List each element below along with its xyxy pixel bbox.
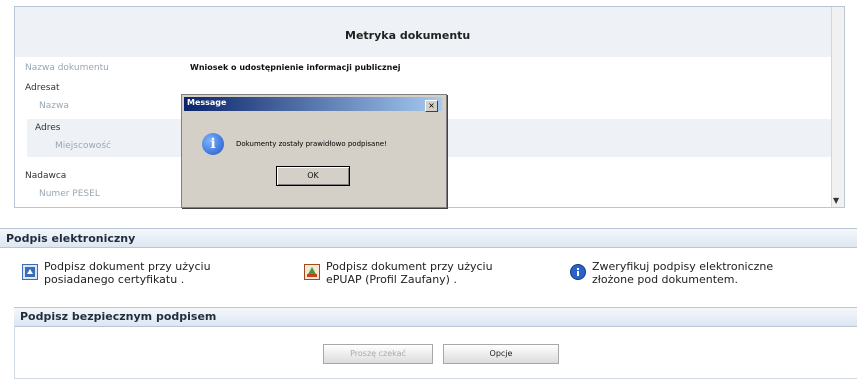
recipient-label: Adresat [25, 83, 60, 93]
secure-signature-header: Podpisz bezpiecznym podpisem [14, 307, 857, 327]
electronic-signature-title: Podpis elektroniczny [6, 232, 136, 245]
verify-option-text[interactable]: Zweryfikuj podpisy elektroniczne złożone… [592, 260, 773, 286]
dialog-title-bar[interactable]: Message × [184, 97, 442, 112]
city-label: Miejscowość [55, 141, 111, 151]
info-icon: i [202, 133, 224, 155]
dialog-message: Dokumenty zostały prawidłowo podpisane! [236, 140, 387, 148]
verify-option-line2[interactable]: złożone pod dokumentem. [592, 273, 773, 286]
options-button[interactable]: Opcje [443, 344, 559, 364]
verify-signatures-option[interactable]: Zweryfikuj podpisy elektroniczne złożone… [570, 258, 840, 290]
secure-signature-title: Podpisz bezpiecznym podpisem [20, 310, 217, 323]
epuap-option-line2[interactable]: ePUAP (Profil Zaufany) . [326, 273, 493, 286]
certificate-option-text[interactable]: Podpisz dokument przy użyciu posiadanego… [44, 260, 211, 286]
ok-button[interactable]: OK [276, 166, 350, 186]
metadata-title: Metryka dokumentu [345, 29, 471, 42]
sign-with-epuap-option[interactable]: Podpisz dokument przy użyciu ePUAP (Prof… [304, 258, 554, 290]
vertical-scrollbar[interactable]: ▼ [831, 7, 844, 207]
please-wait-button[interactable]: Proszę czekać [323, 344, 433, 364]
address-label: Adres [35, 123, 61, 133]
verify-option-line1[interactable]: Zweryfikuj podpisy elektroniczne [592, 260, 773, 273]
pesel-label: Numer PESEL [39, 189, 100, 199]
dialog-close-button[interactable]: × [425, 100, 438, 112]
document-name-row: Nazwa dokumentu Wniosek o udostępnienie … [15, 58, 844, 78]
electronic-signature-header: Podpis elektroniczny [0, 228, 857, 248]
metadata-title-bar: Metryka dokumentu [15, 7, 844, 57]
recipient-name-label: Nazwa [39, 101, 69, 111]
scroll-down-arrow-icon[interactable]: ▼ [833, 196, 839, 205]
certificate-sign-icon [22, 264, 38, 280]
document-name-value: Wniosek o udostępnienie informacji publi… [190, 63, 401, 72]
secure-signature-body: Proszę czekać Opcje [14, 326, 857, 379]
message-dialog: Message × i Dokumenty zostały prawidłowo… [181, 94, 447, 208]
sender-label: Nadawca [25, 171, 67, 181]
epuap-option-line1[interactable]: Podpisz dokument przy użyciu [326, 260, 493, 273]
epuap-sign-icon [304, 264, 320, 280]
epuap-option-text[interactable]: Podpisz dokument przy użyciu ePUAP (Prof… [326, 260, 493, 286]
verify-info-icon [570, 264, 586, 280]
sign-with-certificate-option[interactable]: Podpisz dokument przy użyciu posiadanego… [22, 258, 282, 290]
dialog-title: Message [187, 98, 227, 107]
certificate-option-line2[interactable]: posiadanego certyfikatu . [44, 273, 211, 286]
certificate-option-line1[interactable]: Podpisz dokument przy użyciu [44, 260, 211, 273]
document-name-label: Nazwa dokumentu [25, 63, 109, 73]
